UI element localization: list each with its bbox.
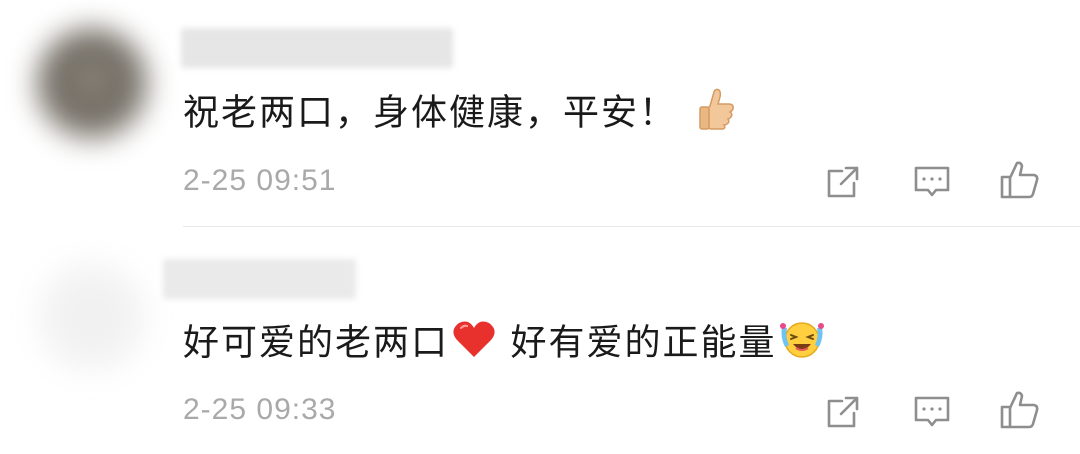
- thumbs-up-like-icon: [1000, 161, 1039, 199]
- red-heart-emoji: [451, 319, 497, 370]
- comment-reply-icon: [914, 166, 950, 197]
- avatar[interactable]: [36, 261, 148, 373]
- share-icon: [827, 396, 859, 428]
- share-icon: [827, 166, 859, 198]
- comment-body-part2: 好有爱的正能量: [497, 322, 777, 364]
- avatar[interactable]: [36, 28, 148, 140]
- comment-timestamp: 2-25 09:33: [183, 393, 337, 426]
- username-blurred[interactable]: [181, 28, 453, 68]
- reply-button[interactable]: [910, 390, 954, 434]
- comment-body: 祝老两口，身体健康，平安！: [183, 92, 678, 134]
- comment-item: 好可爱的老两口 好有爱的正能量 2-25 09:33: [0, 227, 1080, 454]
- tears-of-joy-emoji: [778, 317, 826, 372]
- comment-timestamp: 2-25 09:51: [183, 164, 337, 197]
- thumbs-up-emoji: [696, 86, 736, 143]
- share-button[interactable]: [821, 390, 865, 434]
- thumbs-up-like-icon: [1000, 391, 1039, 429]
- comment-body-part1: 好可爱的老两口: [183, 322, 450, 364]
- comment-text: 祝老两口，身体健康，平安！: [183, 86, 736, 143]
- comment-text: 好可爱的老两口 好有爱的正能量: [183, 317, 826, 372]
- like-button[interactable]: [998, 388, 1042, 432]
- comment-reply-icon: [914, 396, 950, 427]
- username-blurred[interactable]: [163, 259, 356, 299]
- reply-button[interactable]: [910, 160, 954, 204]
- share-button[interactable]: [821, 160, 865, 204]
- comment-item: 祝老两口，身体健康，平安！ 2-25 09:51: [0, 0, 1080, 226]
- like-button[interactable]: [998, 158, 1042, 202]
